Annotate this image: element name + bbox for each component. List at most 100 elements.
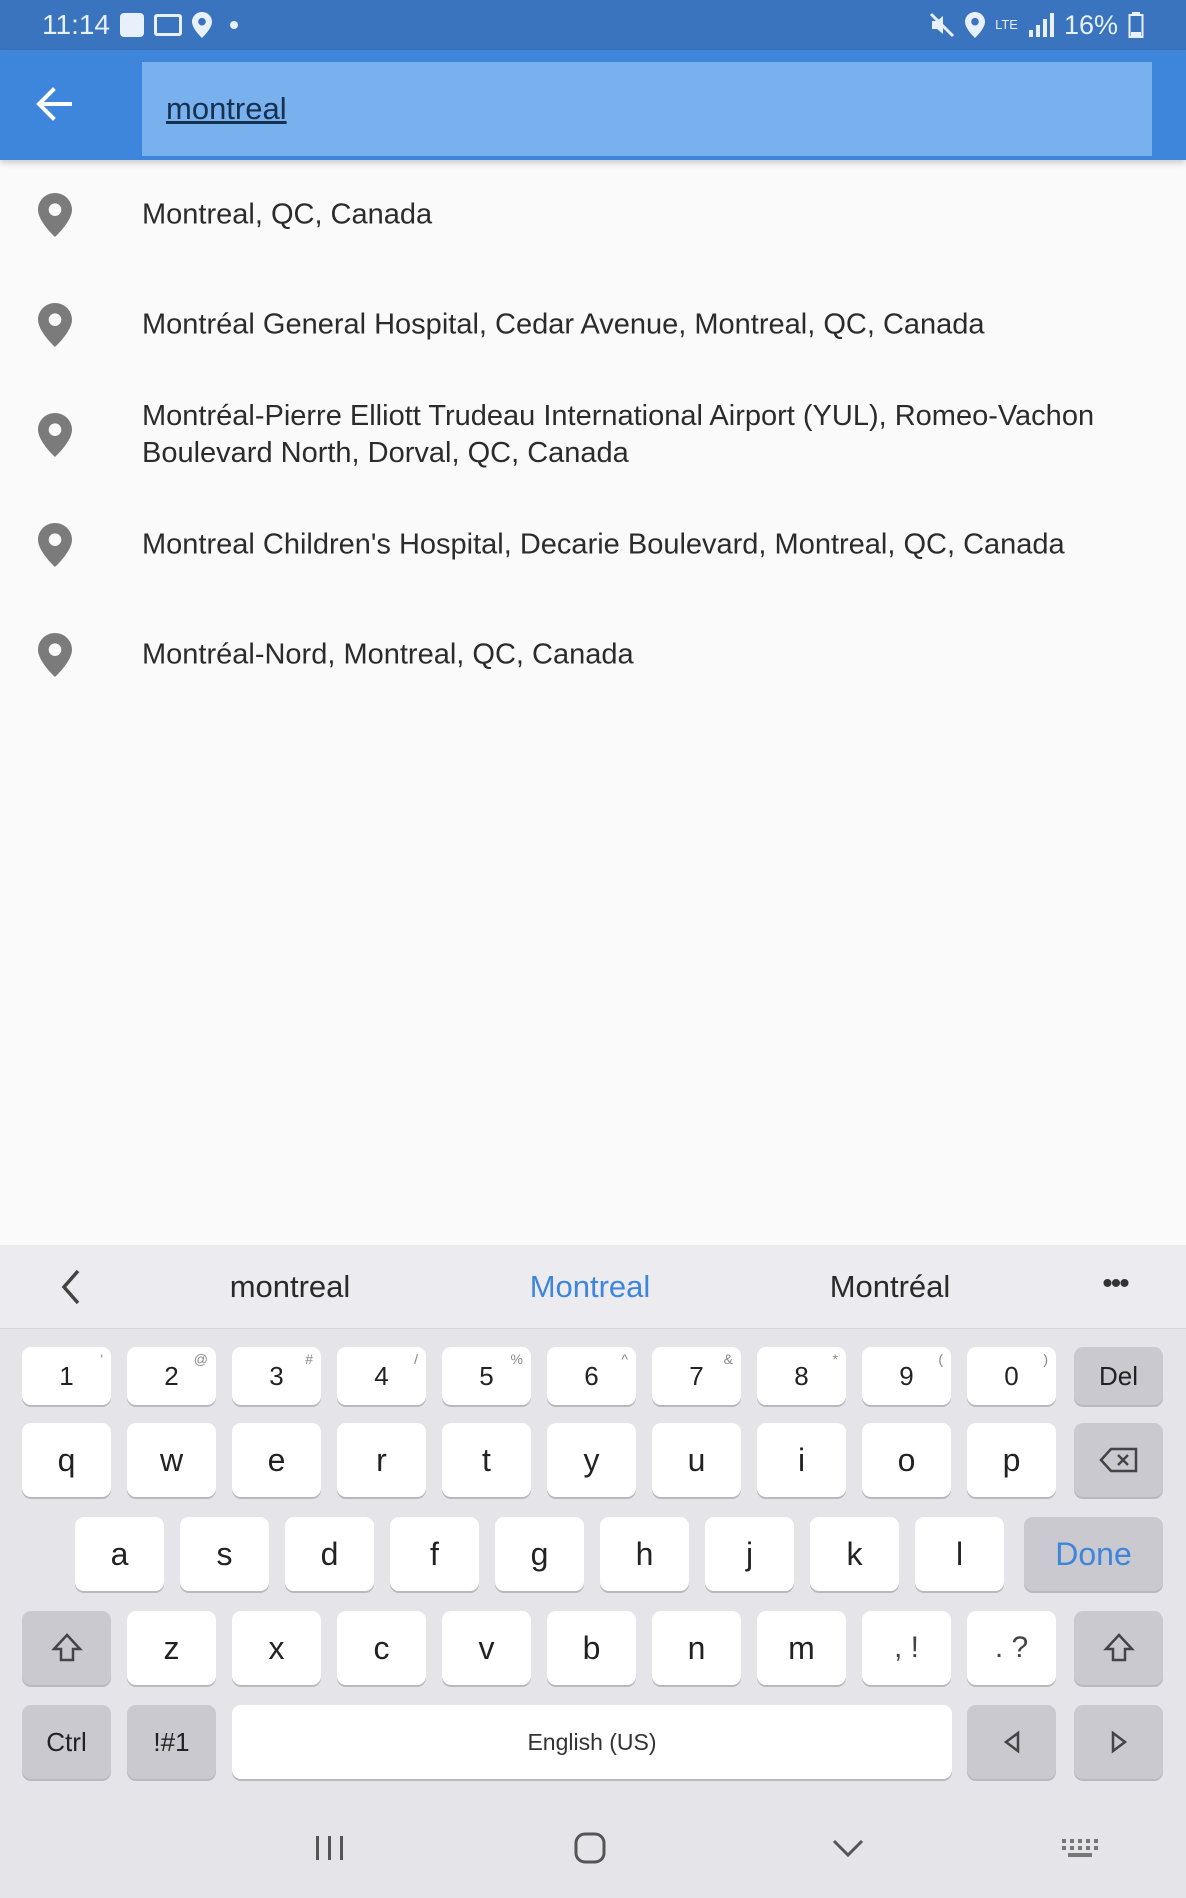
key-5[interactable]: 5% bbox=[442, 1347, 531, 1405]
location-status-icon bbox=[192, 12, 212, 38]
result-item[interactable]: Montreal, QC, Canada bbox=[0, 160, 1186, 270]
symbols-key[interactable]: !#1 bbox=[127, 1705, 216, 1779]
key-0[interactable]: 0) bbox=[967, 1347, 1056, 1405]
key-w[interactable]: w bbox=[127, 1423, 216, 1497]
more-options-icon[interactable]: ••• bbox=[1090, 1267, 1140, 1307]
key-g[interactable]: g bbox=[495, 1517, 584, 1591]
result-item[interactable]: Montréal-Pierre Elliott Trudeau Internat… bbox=[0, 380, 1186, 490]
key-q[interactable]: q bbox=[22, 1423, 111, 1497]
key-d-label: d bbox=[320, 1535, 339, 1572]
result-item[interactable]: Montréal-Nord, Montreal, QC, Canada bbox=[0, 600, 1186, 710]
key-7-label: 7 bbox=[689, 1360, 704, 1391]
key-2[interactable]: 2 @ bbox=[127, 1347, 216, 1405]
key-3[interactable]: 3 # bbox=[232, 1347, 321, 1405]
key-secondary-symbol: ( bbox=[938, 1351, 943, 1367]
key-a-label: a bbox=[110, 1535, 129, 1572]
space-key[interactable]: English (US) bbox=[232, 1705, 952, 1779]
key-r[interactable]: r bbox=[337, 1423, 426, 1497]
more-notifications-dot-icon bbox=[230, 21, 238, 29]
key-v-label: v bbox=[478, 1629, 495, 1666]
shift-key-right[interactable] bbox=[1074, 1611, 1163, 1685]
result-text: Montreal Children's Hospital, Decarie Bo… bbox=[142, 528, 1065, 561]
suggestion-3[interactable]: Montréal bbox=[740, 1245, 1040, 1329]
key-m[interactable]: m bbox=[757, 1611, 846, 1685]
home-button[interactable] bbox=[560, 1826, 620, 1870]
key-l-label: l bbox=[955, 1535, 964, 1572]
shift-key-left[interactable] bbox=[22, 1611, 111, 1685]
search-input[interactable] bbox=[166, 91, 1152, 127]
key-t[interactable]: t bbox=[442, 1423, 531, 1497]
key-s[interactable]: s bbox=[180, 1517, 269, 1591]
keyboard-switch-button[interactable] bbox=[1050, 1826, 1110, 1870]
key-h-label: h bbox=[635, 1535, 654, 1572]
cursor-right-key[interactable] bbox=[1074, 1705, 1163, 1779]
key-f[interactable]: f bbox=[390, 1517, 479, 1591]
key-z[interactable]: z bbox=[127, 1611, 216, 1685]
search-field-container[interactable] bbox=[142, 62, 1152, 156]
location-pin-icon bbox=[38, 193, 72, 237]
key-u-label: u bbox=[687, 1441, 706, 1478]
key-o[interactable]: o bbox=[862, 1423, 951, 1497]
key-j[interactable]: j bbox=[705, 1517, 794, 1591]
suggestion-2[interactable]: Montreal bbox=[440, 1245, 740, 1329]
key-t-label: t bbox=[482, 1441, 491, 1478]
key-secondary-symbol: ) bbox=[1043, 1351, 1048, 1367]
recent-apps-button[interactable] bbox=[300, 1826, 360, 1870]
key-z-label: z bbox=[163, 1629, 180, 1666]
key-i[interactable]: i bbox=[757, 1423, 846, 1497]
key-f-label: f bbox=[430, 1535, 439, 1572]
chevron-down-icon bbox=[832, 1839, 864, 1858]
key-1[interactable]: 1 ' bbox=[22, 1347, 111, 1405]
mail-icon bbox=[154, 14, 182, 36]
key-8-label: 8 bbox=[794, 1360, 809, 1391]
key-secondary-symbol: ' bbox=[100, 1351, 103, 1367]
key-v[interactable]: v bbox=[442, 1611, 531, 1685]
key-w-label: w bbox=[159, 1441, 184, 1478]
done-key[interactable]: Done bbox=[1024, 1517, 1163, 1591]
key-y[interactable]: y bbox=[547, 1423, 636, 1497]
delete-key[interactable]: Del bbox=[1074, 1347, 1163, 1405]
period-key-label: . ? bbox=[994, 1631, 1029, 1664]
keyboard-icon bbox=[1062, 1839, 1098, 1857]
key-i-label: i bbox=[797, 1441, 806, 1478]
comma-key[interactable]: , ! bbox=[862, 1611, 951, 1685]
key-e[interactable]: e bbox=[232, 1423, 321, 1497]
cursor-left-key[interactable] bbox=[967, 1705, 1056, 1779]
key-u[interactable]: u bbox=[652, 1423, 741, 1497]
key-d[interactable]: d bbox=[285, 1517, 374, 1591]
ctrl-key[interactable]: Ctrl bbox=[22, 1705, 111, 1779]
result-item[interactable]: Montréal General Hospital, Cedar Avenue,… bbox=[0, 270, 1186, 380]
system-navigation-bar bbox=[0, 1798, 1186, 1898]
result-item[interactable]: Montreal Children's Hospital, Decarie Bo… bbox=[0, 490, 1186, 600]
key-x[interactable]: x bbox=[232, 1611, 321, 1685]
key-a[interactable]: a bbox=[75, 1517, 164, 1591]
suggestion-1[interactable]: montreal bbox=[140, 1245, 440, 1329]
key-6[interactable]: 6 ^ bbox=[547, 1347, 636, 1405]
signal-icon bbox=[1028, 13, 1054, 37]
chevron-left-icon[interactable] bbox=[52, 1265, 92, 1309]
location-pin-icon bbox=[38, 523, 72, 567]
key-c[interactable]: c bbox=[337, 1611, 426, 1685]
location-pin-icon bbox=[38, 633, 72, 677]
key-h[interactable]: h bbox=[600, 1517, 689, 1591]
key-4[interactable]: 4/ bbox=[337, 1347, 426, 1405]
key-7[interactable]: 7 & bbox=[652, 1347, 741, 1405]
key-l[interactable]: l bbox=[915, 1517, 1004, 1591]
search-results-list: Montreal, QC, Canada Montréal General Ho… bbox=[0, 160, 1186, 710]
period-key[interactable]: . ? bbox=[967, 1611, 1056, 1685]
key-8[interactable]: 8 * bbox=[757, 1347, 846, 1405]
key-n-label: n bbox=[687, 1629, 706, 1666]
shift-icon bbox=[50, 1633, 83, 1662]
status-bar-left: 11:14 bbox=[42, 9, 238, 41]
backspace-key[interactable] bbox=[1074, 1423, 1163, 1497]
key-n[interactable]: n bbox=[652, 1611, 741, 1685]
key-secondary-symbol: % bbox=[510, 1351, 523, 1367]
key-b[interactable]: b bbox=[547, 1611, 636, 1685]
hide-keyboard-button[interactable] bbox=[818, 1826, 878, 1870]
key-y-label: y bbox=[583, 1441, 600, 1478]
key-p[interactable]: p bbox=[967, 1423, 1056, 1497]
key-4-label: 4 bbox=[374, 1360, 389, 1391]
back-button[interactable] bbox=[22, 74, 86, 134]
key-9[interactable]: 9( bbox=[862, 1347, 951, 1405]
key-k[interactable]: k bbox=[810, 1517, 899, 1591]
